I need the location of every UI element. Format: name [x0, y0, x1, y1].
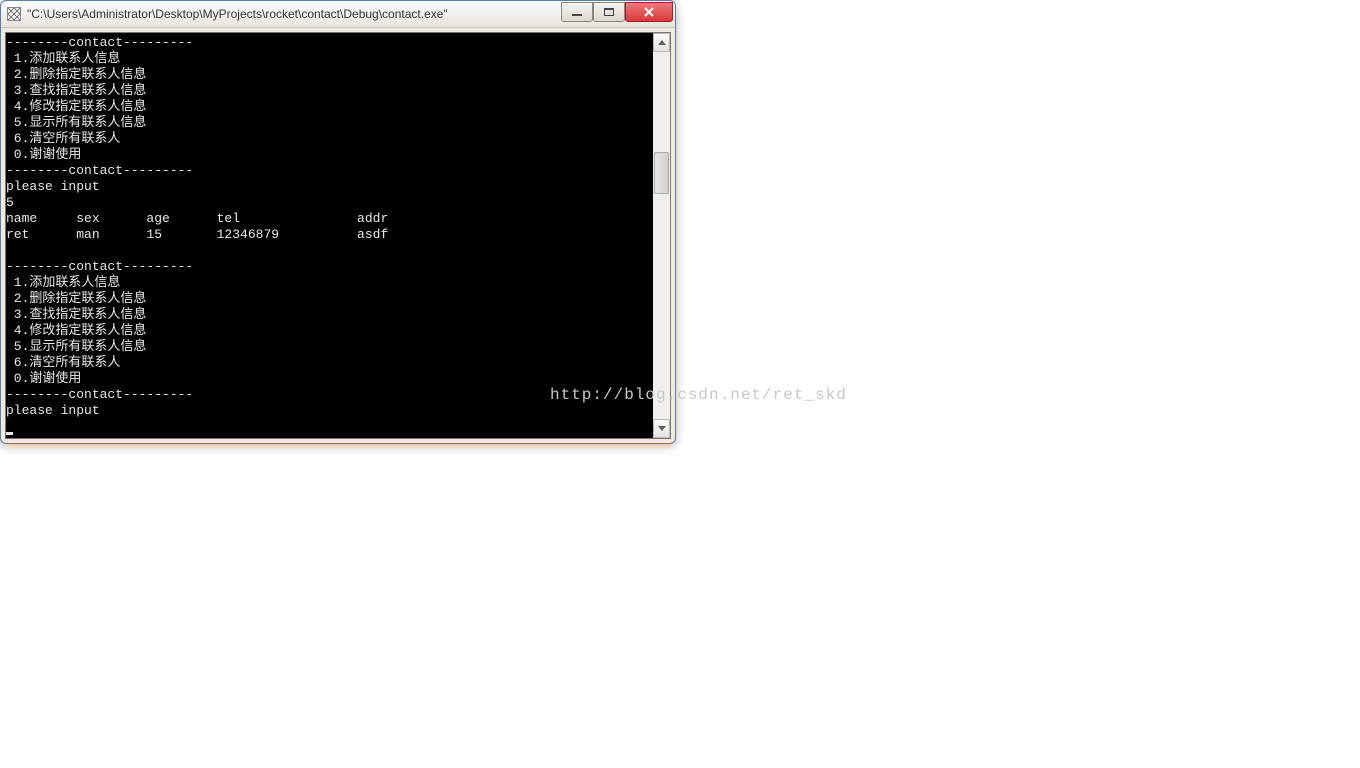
console-window: "C:\Users\Administrator\Desktop\MyProjec… — [0, 0, 676, 444]
scroll-down-button[interactable] — [653, 419, 670, 438]
window-buttons — [561, 6, 673, 22]
chevron-up-icon — [658, 40, 666, 45]
vertical-scrollbar[interactable] — [653, 33, 670, 438]
maximize-button[interactable] — [593, 2, 625, 22]
minimize-button[interactable] — [561, 2, 593, 22]
client-area: --------contact--------- 1.添加联系人信息 2.删除指… — [5, 32, 671, 439]
close-button[interactable] — [625, 2, 673, 22]
scroll-track[interactable] — [653, 52, 670, 419]
titlebar[interactable]: "C:\Users\Administrator\Desktop\MyProjec… — [1, 1, 675, 28]
cursor — [6, 432, 13, 435]
app-icon — [7, 7, 21, 21]
chevron-down-icon — [658, 426, 666, 431]
console-output[interactable]: --------contact--------- 1.添加联系人信息 2.删除指… — [6, 33, 653, 438]
window-title: "C:\Users\Administrator\Desktop\MyProjec… — [27, 7, 561, 21]
scroll-up-button[interactable] — [653, 33, 670, 52]
scroll-thumb[interactable] — [654, 152, 669, 194]
